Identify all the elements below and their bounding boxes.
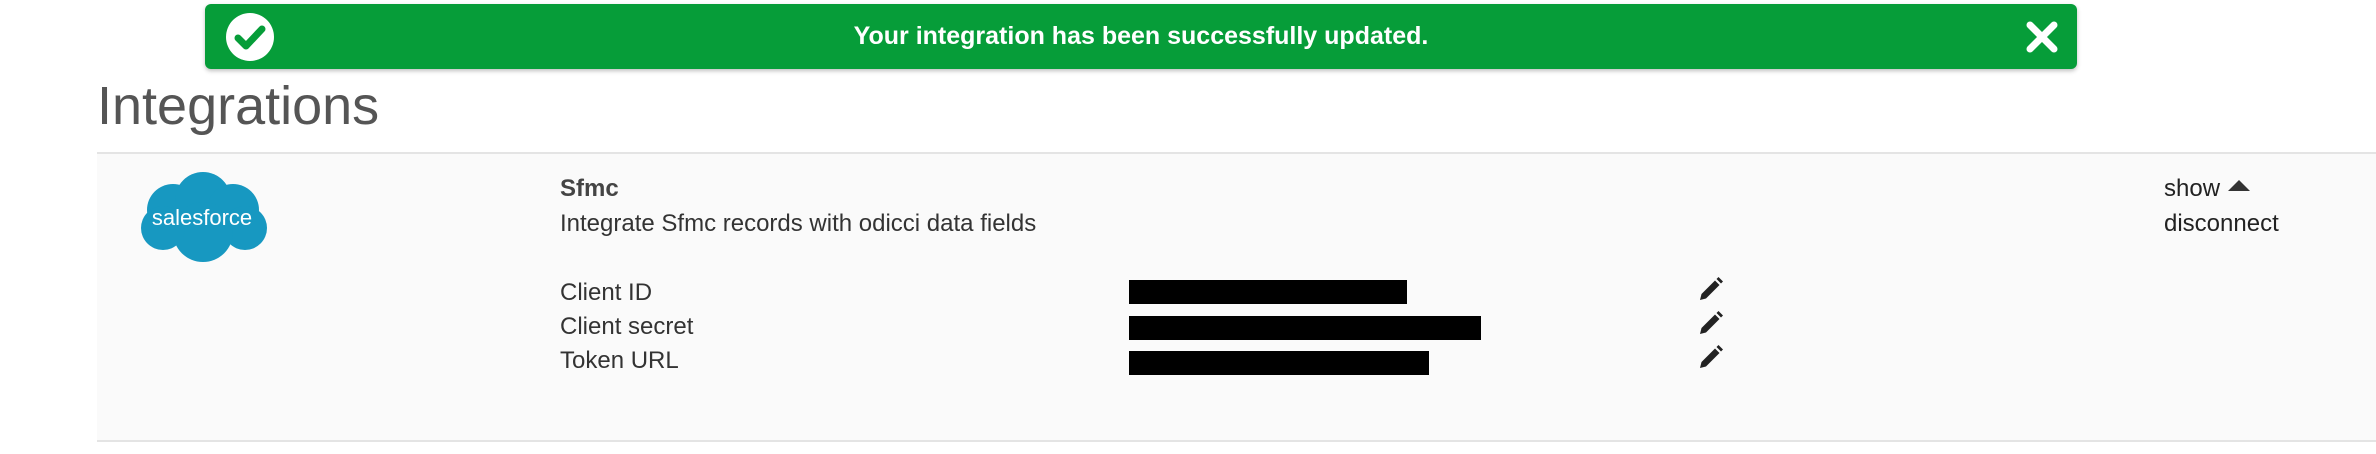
page-title: Integrations xyxy=(97,76,380,136)
success-toast: Your integration has been successfully u… xyxy=(205,4,2077,69)
logo-text: salesforce xyxy=(152,205,252,230)
field-label-token-url: Token URL xyxy=(560,347,679,374)
field-label-client-id: Client ID xyxy=(560,279,653,306)
caret-up-icon xyxy=(2228,180,2251,191)
divider xyxy=(97,440,2376,442)
show-toggle[interactable]: show xyxy=(2164,174,2251,204)
redacted-client-id-value xyxy=(1129,280,1407,304)
close-icon[interactable] xyxy=(2025,20,2059,54)
pencil-icon[interactable] xyxy=(1696,276,1724,304)
pencil-icon[interactable] xyxy=(1696,310,1724,338)
field-label-client-secret: Client secret xyxy=(560,313,694,340)
integration-description: Integrate Sfmc records with odicci data … xyxy=(560,210,1037,237)
show-toggle-label: show xyxy=(2164,175,2221,202)
redacted-token-url-value xyxy=(1129,351,1429,375)
redacted-client-secret-value xyxy=(1129,316,1481,340)
toast-message: Your integration has been successfully u… xyxy=(853,22,1429,50)
disconnect-link[interactable]: disconnect xyxy=(2164,209,2279,239)
salesforce-logo: salesforce xyxy=(141,172,267,262)
pencil-icon[interactable] xyxy=(1696,344,1724,372)
integration-name: Sfmc xyxy=(560,175,619,202)
